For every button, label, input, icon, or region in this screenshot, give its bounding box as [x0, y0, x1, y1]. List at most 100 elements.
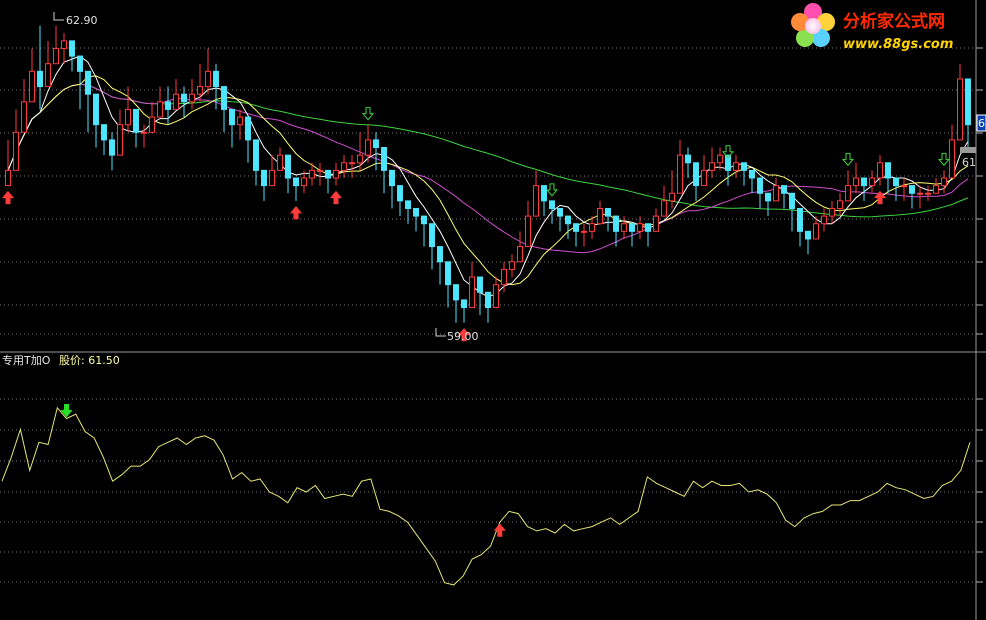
candle	[349, 155, 355, 178]
indicator-buy-arrow-icon	[493, 523, 506, 537]
candle	[333, 162, 339, 186]
site-logo: 分析家公式网 www.88gs.com	[791, 3, 953, 52]
candle	[597, 200, 603, 225]
candle	[205, 48, 211, 95]
sell-arrow-icon	[937, 152, 951, 167]
candle	[557, 207, 563, 232]
candle	[653, 208, 659, 232]
candle	[229, 108, 235, 148]
candle	[61, 33, 67, 64]
indicator-price-label: 股价: 61.50	[59, 354, 120, 367]
candle	[517, 231, 523, 263]
buy-arrow-icon	[289, 206, 303, 220]
candle	[117, 109, 123, 156]
candle	[869, 170, 875, 194]
candle	[533, 170, 539, 217]
candle	[933, 178, 939, 194]
candle	[269, 155, 275, 187]
candle	[469, 261, 475, 309]
candle	[773, 178, 779, 202]
candle	[37, 25, 43, 110]
candle	[661, 185, 667, 217]
candle	[685, 147, 691, 178]
candle	[573, 223, 579, 247]
stock-chart: 62.90 59.00 6 61 专用T加O 股价: 61.50 分析家公式网 …	[0, 0, 986, 620]
candle	[5, 139, 11, 187]
candle	[157, 86, 163, 118]
candle	[429, 223, 435, 270]
candle	[149, 101, 155, 133]
sell-arrow-icon	[841, 152, 855, 167]
indicator-name: 专用T加O	[2, 353, 51, 367]
candle	[757, 177, 763, 209]
sell-arrow-icon	[545, 183, 559, 197]
candle	[701, 155, 707, 187]
candle	[541, 185, 547, 217]
indicator-series-line	[1, 406, 971, 586]
candle	[285, 154, 291, 194]
candle	[605, 207, 611, 232]
candle	[293, 177, 299, 201]
candle	[341, 155, 347, 178]
candle	[693, 162, 699, 201]
candle	[45, 40, 51, 88]
candle	[453, 284, 459, 323]
candlesticks	[5, 25, 971, 323]
candle	[877, 155, 883, 186]
last-price-marker	[960, 147, 976, 153]
candle	[829, 200, 835, 224]
candle	[253, 139, 259, 186]
candle	[461, 299, 467, 323]
sell-arrow-icon	[361, 107, 375, 121]
candle	[477, 276, 483, 316]
buy-arrow-icon	[329, 190, 343, 205]
candle	[709, 147, 715, 178]
candle	[581, 223, 587, 247]
buy-arrow-icon	[1, 190, 15, 205]
candle	[125, 86, 131, 133]
candle	[949, 124, 955, 179]
candle	[133, 108, 139, 148]
candle	[109, 132, 115, 171]
candle	[85, 70, 91, 133]
candle	[93, 93, 99, 148]
right-edge-label: 6	[978, 117, 985, 130]
candle	[677, 139, 683, 194]
candle	[837, 193, 843, 217]
logo-url: www.88gs.com	[843, 37, 953, 52]
logo-title: 分析家公式网	[843, 11, 945, 32]
candle	[789, 192, 795, 232]
candle	[493, 277, 499, 309]
candle	[549, 200, 555, 224]
high-marker: 62.90	[53, 12, 98, 27]
candle	[613, 215, 619, 247]
candle	[485, 291, 491, 323]
candle	[941, 170, 947, 194]
candle	[741, 162, 747, 186]
candle	[805, 230, 811, 255]
candle	[845, 170, 851, 202]
candle	[389, 169, 395, 209]
candle	[893, 177, 899, 201]
candle	[669, 170, 675, 209]
flower-logo-icon	[791, 3, 835, 47]
low-price-label: 59.00	[447, 330, 479, 343]
candle	[645, 223, 651, 247]
candle	[173, 78, 179, 110]
candle	[421, 215, 427, 247]
candle	[237, 109, 243, 140]
right-value-label: 61	[962, 156, 976, 169]
candle	[821, 208, 827, 232]
candle	[733, 155, 739, 178]
signal-arrows	[1, 107, 951, 342]
candle	[853, 162, 859, 194]
candle	[221, 86, 227, 133]
candle	[397, 185, 403, 217]
candle	[413, 207, 419, 232]
candle	[53, 25, 59, 65]
candle	[101, 124, 107, 156]
candle	[749, 169, 755, 194]
candle	[21, 78, 27, 133]
candle	[277, 147, 283, 171]
candle	[725, 154, 731, 186]
